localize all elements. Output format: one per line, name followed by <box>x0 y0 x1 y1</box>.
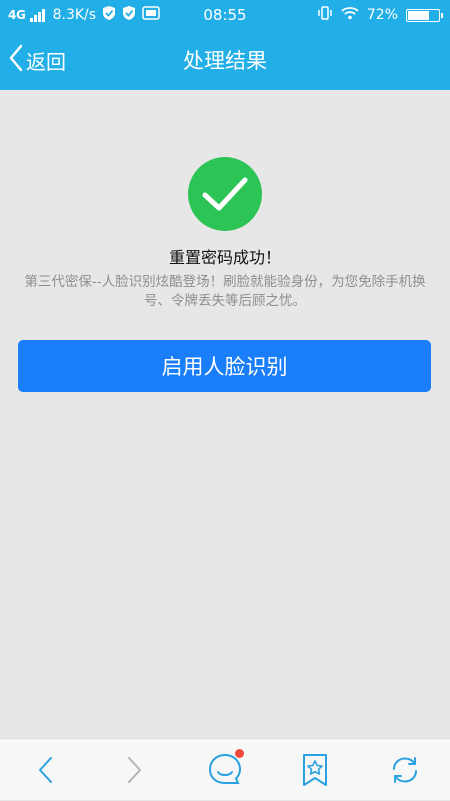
bottom-toolbar <box>0 738 450 800</box>
result-title: 重置密码成功！ <box>168 248 281 267</box>
chevron-left-icon <box>8 44 24 76</box>
forward-arrow-icon[interactable] <box>105 739 165 801</box>
vibrate-icon <box>317 5 333 25</box>
back-label: 返回 <box>26 49 66 74</box>
enable-face-recognition-button[interactable]: 启用人脸识别 <box>18 340 431 392</box>
page-title: 处理结果 <box>183 49 267 73</box>
shield-icon <box>102 5 116 25</box>
status-right: 72% <box>317 0 443 30</box>
back-button[interactable]: 返回 <box>8 30 66 90</box>
battery-icon <box>406 8 443 22</box>
network-type: 4G <box>8 8 26 22</box>
shield-check-icon <box>122 5 136 25</box>
iqiyi-icon <box>142 6 160 24</box>
wifi-icon <box>341 6 359 24</box>
bookmark-star-icon[interactable] <box>285 739 345 801</box>
result-description: 第三代密保--人脸识别炫酷登场！刷脸就能验身份，为您免除手机换号、令牌丢失等后顾… <box>24 274 426 309</box>
nav-bar: 返回 处理结果 <box>0 30 450 90</box>
signal-icon <box>29 8 45 22</box>
battery-level <box>408 10 429 20</box>
status-bar: 4G 8.3K/s 08:55 72% <box>0 0 450 30</box>
checkmark-icon <box>187 156 263 232</box>
status-left: 4G 8.3K/s <box>8 0 160 30</box>
network-speed: 8.3K/s <box>52 7 97 23</box>
chat-icon[interactable] <box>195 739 255 801</box>
refresh-icon[interactable] <box>375 739 435 801</box>
notification-dot <box>235 749 244 758</box>
battery-percent: 72% <box>366 7 398 23</box>
back-arrow-icon[interactable] <box>15 739 75 801</box>
